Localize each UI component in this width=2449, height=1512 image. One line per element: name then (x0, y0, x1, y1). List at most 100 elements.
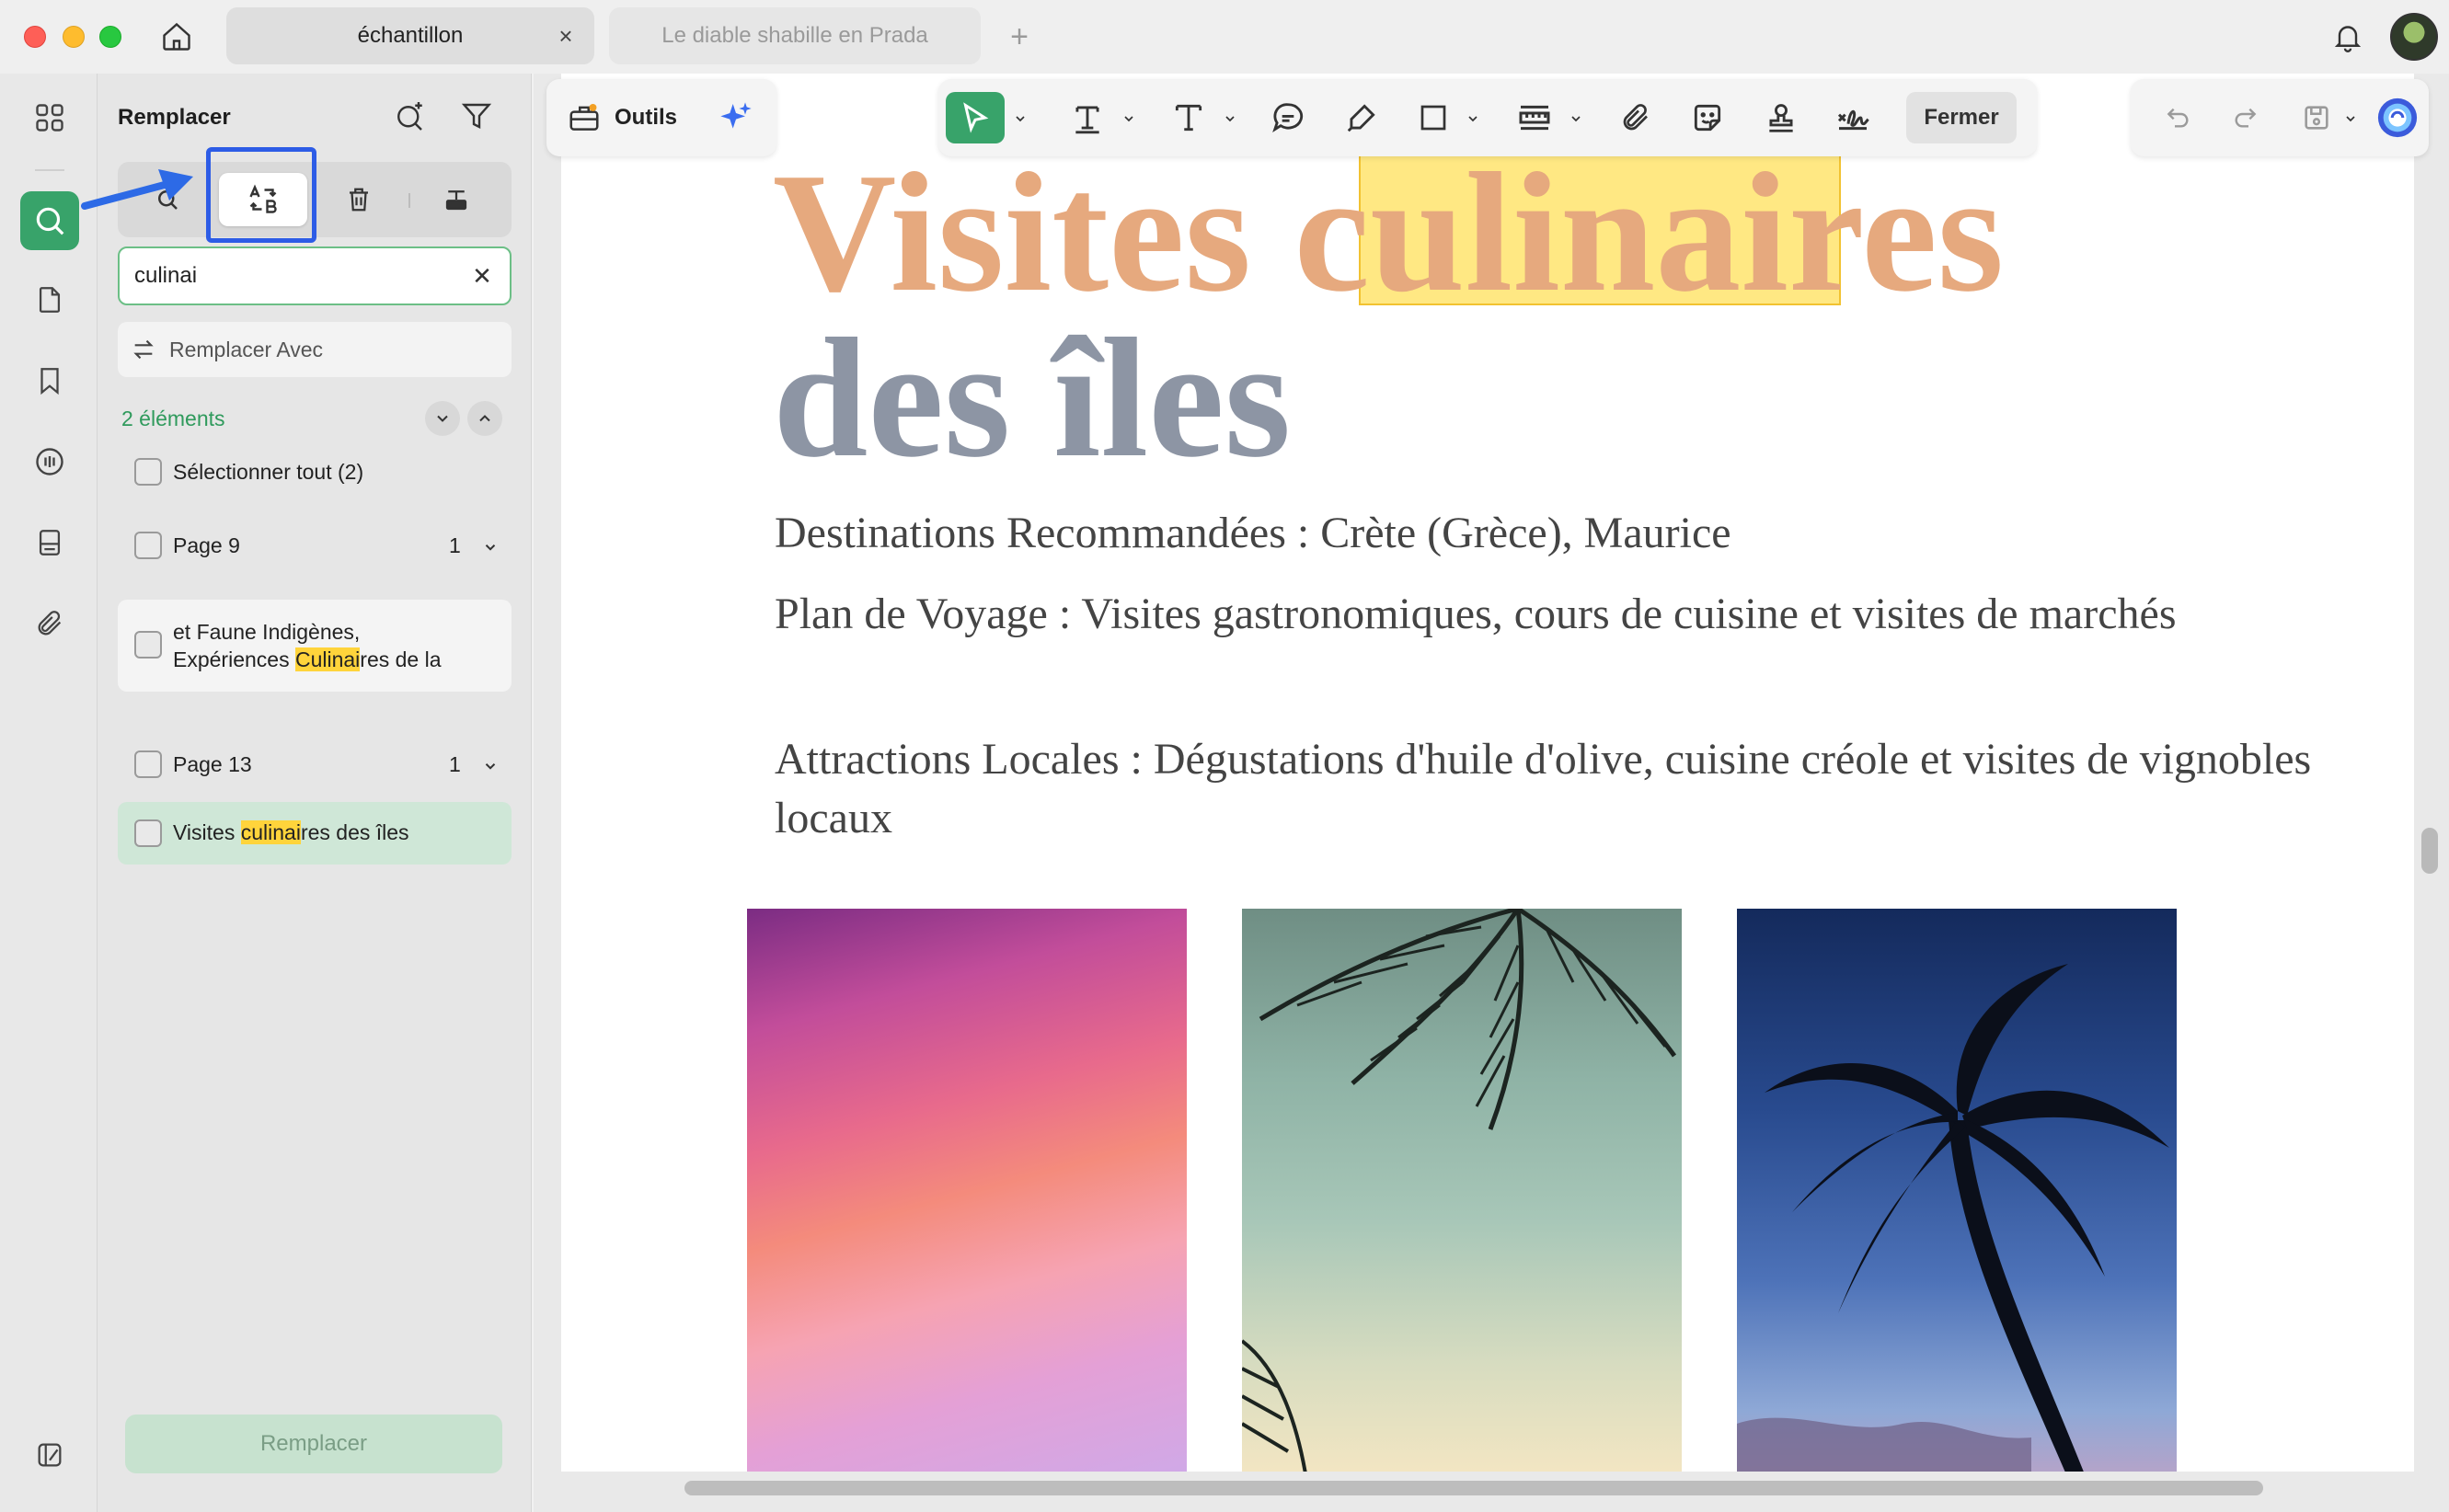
close-window-button[interactable] (24, 26, 46, 48)
tab-echantillon[interactable]: échantillon × (226, 7, 594, 64)
document-heading-line1[interactable]: Visites culinaires (773, 147, 2004, 318)
page-group-checkbox[interactable] (134, 532, 162, 559)
avatar[interactable] (2390, 13, 2438, 61)
annotation-toolbar: Fermer (938, 79, 2037, 156)
vertical-scrollbar[interactable] (2421, 828, 2438, 874)
comment-icon[interactable] (20, 432, 79, 491)
close-tab-icon[interactable]: × (550, 20, 581, 52)
page-group-label: Page 9 (173, 533, 240, 557)
history-toolbar (2131, 79, 2429, 156)
previous-result-button[interactable] (467, 401, 502, 436)
sticker-icon[interactable] (1682, 92, 1733, 143)
measure-icon[interactable] (1509, 92, 1560, 143)
document-paragraph[interactable]: Destinations Recommandées : Crète (Grèce… (775, 504, 2320, 563)
attachment-icon[interactable] (20, 594, 79, 653)
delete-mode-button[interactable] (315, 173, 403, 226)
swap-icon (118, 322, 169, 377)
thumbnails-icon[interactable] (20, 88, 79, 147)
ai-sparkle-icon[interactable] (712, 92, 760, 143)
page-group-count: 1 (449, 533, 461, 557)
page-group-count: 1 (449, 752, 461, 776)
sunset-sky-image[interactable] (747, 909, 1187, 1472)
filter-icon[interactable] (456, 96, 497, 136)
bookmark-icon[interactable] (20, 351, 79, 410)
bell-icon[interactable] (2328, 17, 2368, 57)
palm-tree-silhouette-image[interactable] (1737, 909, 2177, 1472)
tools-button[interactable]: Outils (567, 92, 686, 143)
search-input-field[interactable]: ✕ (118, 246, 512, 305)
result-context: Visites culinaires des îles (173, 820, 409, 845)
tools-toolbar: Outils (546, 79, 776, 156)
undo-icon[interactable] (2155, 92, 2202, 143)
select-all-checkbox[interactable] (134, 458, 162, 486)
select-tool-button[interactable] (946, 92, 1005, 143)
chevron-down-icon[interactable] (1465, 110, 1481, 127)
title-bar: échantillon × Le diable shabille en Prad… (0, 0, 2449, 74)
result-checkbox[interactable] (134, 631, 162, 659)
new-tab-button[interactable]: + (999, 17, 1040, 57)
sidebar-toggle-icon[interactable] (20, 1426, 79, 1484)
document-paragraph[interactable]: Plan de Voyage : Visites gastronomiques,… (775, 585, 2320, 644)
replace-with-field[interactable]: Remplacer Avec (118, 322, 512, 377)
chevron-down-icon[interactable] (2342, 110, 2359, 127)
highlighter-icon[interactable] (1336, 92, 1387, 143)
left-icon-rail (0, 74, 98, 1512)
replace-mode-highlight (206, 147, 316, 243)
chevron-down-icon[interactable] (478, 535, 502, 559)
result-context-line2: Expériences Culinaires de la (173, 646, 442, 673)
page-group-checkbox[interactable] (134, 750, 162, 778)
ai-assistant-icon[interactable] (2372, 92, 2423, 143)
search-input[interactable] (134, 259, 447, 292)
results-count: 2 éléments (121, 407, 225, 430)
result-text-after: res des îles (300, 820, 409, 844)
text-box-icon[interactable] (1163, 92, 1214, 143)
text-edit-icon[interactable] (1062, 92, 1113, 143)
results-count-row: 2 éléments (121, 401, 512, 438)
chevron-down-icon[interactable] (478, 754, 502, 778)
tab-label: échantillon (357, 23, 464, 48)
annotation-arrow (81, 169, 193, 210)
signature-icon[interactable] (1827, 92, 1879, 143)
page-icon[interactable] (20, 270, 79, 329)
result-item[interactable]: Visites culinaires des îles (118, 802, 512, 865)
close-tools-button[interactable]: Fermer (1906, 92, 2017, 143)
result-item[interactable]: et Faune Indigènes, Expériences Culinair… (118, 600, 512, 692)
chevron-down-icon[interactable] (1012, 110, 1029, 127)
chevron-down-icon[interactable] (1222, 110, 1238, 127)
tab-label: Le diable shabille en Prada (661, 23, 928, 48)
comment-icon[interactable] (1262, 92, 1314, 143)
select-all-label: Sélectionner tout (2) (173, 460, 364, 484)
result-text-before: Expériences (173, 647, 295, 671)
home-icon[interactable] (158, 18, 195, 55)
toolbox-icon (569, 103, 599, 131)
stamp-icon[interactable] (1755, 92, 1807, 143)
document-paragraph[interactable]: Attractions Locales : Dégustations d'hui… (775, 730, 2320, 848)
tab-le-diable[interactable]: Le diable shabille en Prada (609, 7, 981, 64)
app-window: échantillon × Le diable shabille en Prad… (0, 0, 2449, 1512)
horizontal-scrollbar[interactable] (684, 1481, 2263, 1495)
chevron-down-icon[interactable] (1121, 110, 1137, 127)
redact-mode-button[interactable] (412, 173, 500, 226)
result-match: Culinai (294, 647, 361, 671)
redo-icon[interactable] (2221, 92, 2269, 143)
minimize-window-button[interactable] (63, 26, 85, 48)
replace-button[interactable]: Remplacer (125, 1415, 502, 1473)
palm-fronds-image[interactable] (1242, 909, 1682, 1472)
replace-panel: Remplacer ✕ (98, 74, 532, 1512)
attachment-icon[interactable] (1610, 92, 1661, 143)
document-heading-line2[interactable]: des îles (773, 313, 1291, 484)
search-icon[interactable] (20, 191, 79, 250)
chevron-down-icon[interactable] (1568, 110, 1584, 127)
rectangle-icon[interactable] (1408, 92, 1459, 143)
next-result-button[interactable] (425, 401, 460, 436)
document-area: Visites culinaires des îles Destinations… (534, 74, 2449, 1512)
result-text-before: Visites (173, 820, 241, 844)
result-checkbox[interactable] (134, 819, 162, 847)
search-options-icon[interactable] (390, 96, 431, 136)
save-icon[interactable] (2293, 92, 2340, 143)
pdf-page: Visites culinaires des îles Destinations… (561, 74, 2414, 1472)
form-icon[interactable] (20, 513, 79, 572)
zoom-window-button[interactable] (99, 26, 121, 48)
mode-divider (408, 193, 410, 208)
clear-search-icon[interactable]: ✕ (466, 259, 499, 292)
